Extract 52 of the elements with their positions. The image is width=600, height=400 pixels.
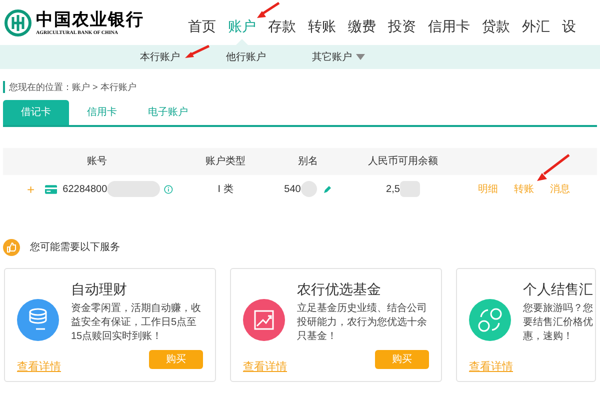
nav-tab[interactable]: 投资 <box>382 16 422 45</box>
nav-tab[interactable]: 外汇 <box>516 16 556 45</box>
thumbs-up-icon <box>3 239 20 256</box>
info-icon[interactable] <box>164 184 173 194</box>
card-description: 立足基金历史业绩、结合公司投研能力，农行为您优选十余只基金！ <box>297 302 428 344</box>
buy-button[interactable]: 购买 <box>375 350 429 369</box>
action-link[interactable]: 消息 <box>550 182 570 196</box>
subnav-link[interactable]: 本行账户 <box>140 50 180 64</box>
account-tab[interactable]: 信用卡 <box>69 100 135 125</box>
expand-button[interactable]: + <box>27 182 35 196</box>
redaction-blur <box>300 181 317 197</box>
section-title: 您可能需要以下服务 <box>30 240 120 255</box>
edit-pencil-icon[interactable] <box>322 184 332 194</box>
account-number: 62284800 <box>62 182 108 196</box>
account-tab[interactable]: 借记卡 <box>3 100 69 125</box>
bank-name: 中国农业银行 <box>36 10 144 30</box>
account-tab[interactable]: 电子账户 <box>135 100 201 125</box>
redaction-blur <box>400 181 420 197</box>
column-header: 人民币可用余额 <box>368 154 438 169</box>
nav-tab[interactable]: 信用卡 <box>422 16 476 45</box>
nav-tab[interactable]: 设 <box>556 16 582 45</box>
account-type: I 类 <box>218 182 234 196</box>
details-link[interactable]: 查看详情 <box>243 358 287 375</box>
nav-tab[interactable]: 贷款 <box>476 16 516 45</box>
details-link[interactable]: 查看详情 <box>17 358 61 375</box>
nav-tab[interactable]: 转账 <box>302 16 342 45</box>
annotation-arrow <box>256 2 280 20</box>
nav-tab[interactable]: 存款 <box>262 16 302 45</box>
nav-tab[interactable]: 首页 <box>182 16 222 45</box>
annotation-arrow <box>536 154 570 182</box>
card-description: 资金零闲置，活期自动赚，收益安全有保证，工作日5点至15点赎回实时到账！ <box>71 302 202 344</box>
card-title: 个人结售汇 <box>523 280 593 299</box>
action-link[interactable]: 转账 <box>514 182 534 196</box>
subnav-link[interactable]: 其它账户 <box>312 50 365 64</box>
subnav-link[interactable]: 他行账户 <box>226 50 266 64</box>
nav-tab[interactable]: 缴费 <box>342 16 382 45</box>
card-icon <box>44 184 57 194</box>
account-alias: 540 <box>284 182 301 196</box>
redaction-blur <box>107 181 160 197</box>
bank-logo-icon <box>4 9 32 37</box>
column-header: 别名 <box>298 155 318 169</box>
column-header: 账号 <box>87 154 107 169</box>
card-title: 自动理财 <box>71 280 128 299</box>
details-link[interactable]: 查看详情 <box>469 358 513 375</box>
breadcrumb: 您现在的位置：账户 > 本行账户 <box>3 81 600 93</box>
card-title: 农行优选基金 <box>297 280 382 299</box>
action-link[interactable]: 明细 <box>478 182 498 196</box>
annotation-arrow <box>184 45 210 59</box>
balance-amount: 2,5 <box>386 182 400 196</box>
buy-button[interactable]: 购买 <box>149 350 203 369</box>
card-description: 您要旅游吗？您要结售汇价格优惠，速购！ <box>523 302 593 344</box>
column-header: 账户类型 <box>206 154 246 169</box>
